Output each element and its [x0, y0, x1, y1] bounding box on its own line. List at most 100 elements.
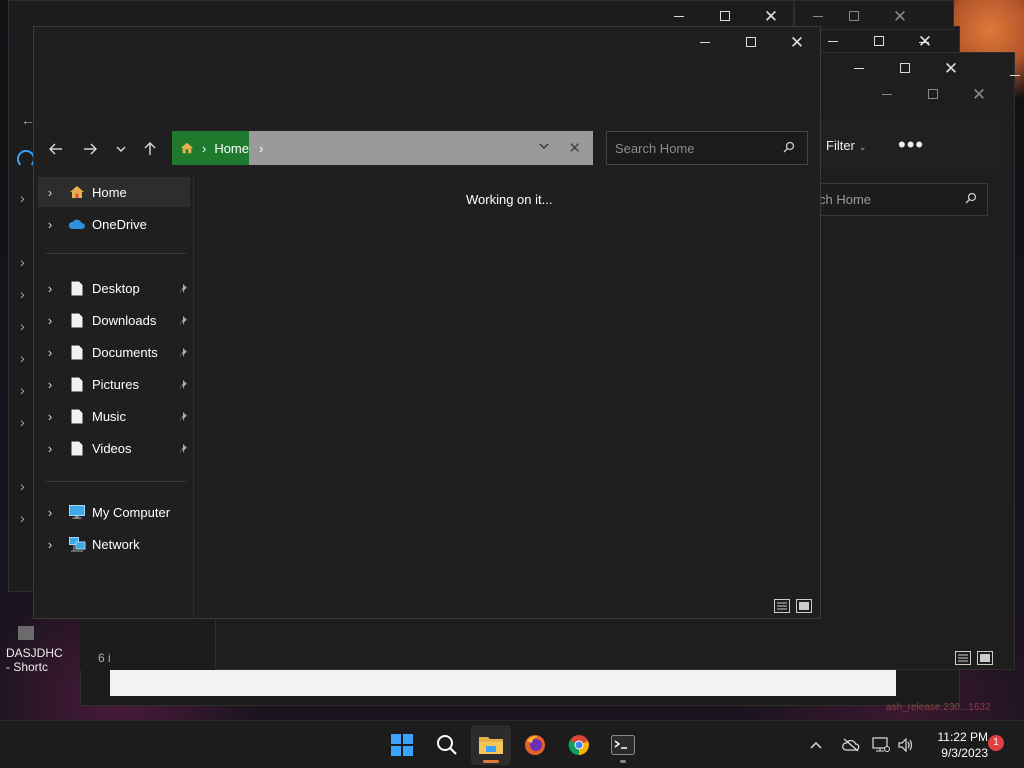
- nav-item-music[interactable]: › Music: [38, 401, 190, 431]
- nav-item-onedrive[interactable]: › OneDrive: [38, 209, 190, 239]
- navigation-bar: › Home › ✕ Search Home: [34, 127, 820, 171]
- pin-icon[interactable]: [178, 313, 188, 331]
- nav-item-documents[interactable]: › Documents: [38, 337, 190, 367]
- expand-chevron-icon[interactable]: ›: [38, 313, 62, 328]
- details-view-icon[interactable]: [774, 599, 790, 618]
- start-button[interactable]: [382, 725, 422, 765]
- pin-icon[interactable]: [178, 409, 188, 427]
- desktop-shortcut-label-2: - Shortc: [6, 660, 49, 674]
- bg1-chevron-icon[interactable]: ›: [20, 510, 25, 526]
- chevron-down-icon: [116, 146, 126, 152]
- bg1-chevron-icon[interactable]: ›: [20, 478, 25, 494]
- expand-chevron-icon[interactable]: ›: [38, 409, 62, 424]
- file-icon: [68, 408, 86, 424]
- breadcrumb-home[interactable]: Home: [214, 141, 249, 156]
- back-button[interactable]: [42, 135, 70, 163]
- nav-item-downloads[interactable]: › Downloads: [38, 305, 190, 335]
- tray-network[interactable]: [872, 721, 890, 768]
- forward-arrow-icon: [84, 143, 97, 155]
- expand-chevron-icon[interactable]: ›: [38, 377, 62, 392]
- home-icon: [180, 142, 194, 154]
- minimize-button[interactable]: [682, 27, 728, 57]
- file-explorer-window: ✕ › Home › ✕ Search Home › Home › OneDri…: [33, 26, 821, 619]
- search-input[interactable]: Search Home: [606, 131, 808, 165]
- maximize-button[interactable]: [728, 27, 774, 57]
- expand-chevron-icon[interactable]: ›: [38, 441, 62, 456]
- desktop-shortcut[interactable]: DASJDHC - Shortc: [6, 626, 76, 674]
- bg4-search-input[interactable]: ch Home: [814, 183, 988, 216]
- pin-icon[interactable]: [178, 377, 188, 395]
- taskbar-file-explorer[interactable]: [471, 725, 511, 765]
- active-indicator: [483, 760, 499, 763]
- more-options-button[interactable]: •••: [898, 132, 924, 158]
- nav-item-pictures[interactable]: › Pictures: [38, 369, 190, 399]
- file-icon: [68, 440, 86, 456]
- nav-item-label: Documents: [92, 344, 158, 360]
- bg1-chevron-icon[interactable]: ›: [20, 318, 25, 334]
- pin-icon[interactable]: [178, 281, 188, 299]
- taskbar: 11:22 PM 9/3/2023: [0, 720, 1024, 768]
- expand-chevron-icon[interactable]: ›: [38, 505, 62, 520]
- desktop-text-fragment: ash_release.230...1632: [886, 702, 991, 713]
- expand-chevron-icon[interactable]: ›: [38, 185, 62, 200]
- loading-status-message: Working on it...: [466, 192, 553, 207]
- tiles-view-icon[interactable]: [977, 651, 993, 670]
- recent-locations-button[interactable]: [107, 135, 135, 163]
- address-clear-icon[interactable]: ✕: [568, 139, 581, 157]
- details-view-icon[interactable]: [955, 651, 971, 670]
- address-dropdown-icon[interactable]: [539, 140, 549, 152]
- nav-item-home[interactable]: › Home: [38, 177, 190, 207]
- nav-item-label: Network: [92, 536, 140, 552]
- title-bar: ✕: [34, 27, 820, 59]
- bg1-chevron-icon[interactable]: ›: [20, 190, 25, 206]
- show-hidden-icons-button[interactable]: [810, 721, 822, 768]
- home-icon: [68, 184, 86, 200]
- clock-time: 11:22 PM: [937, 730, 988, 744]
- bg4-inner-maximize-button[interactable]: [910, 79, 956, 109]
- system-clock[interactable]: 11:22 PM 9/3/2023: [924, 729, 988, 761]
- expand-chevron-icon[interactable]: ›: [38, 345, 62, 360]
- tiles-view-icon[interactable]: [796, 599, 812, 618]
- close-button[interactable]: ✕: [774, 27, 820, 57]
- taskbar-search-button[interactable]: [427, 725, 467, 765]
- nav-item-network[interactable]: › Network: [38, 529, 190, 559]
- address-bar[interactable]: › Home › ✕: [172, 131, 593, 165]
- pin-icon[interactable]: [178, 441, 188, 459]
- breadcrumb-separator-2[interactable]: ›: [259, 141, 263, 156]
- bg5-minimize-button[interactable]: [992, 60, 1024, 90]
- taskbar-firefox[interactable]: [515, 725, 555, 765]
- bg1-chevron-icon[interactable]: ›: [20, 254, 25, 270]
- up-button[interactable]: [136, 135, 164, 163]
- taskbar-chrome[interactable]: [559, 725, 599, 765]
- pin-icon[interactable]: [178, 345, 188, 363]
- speaker-icon: [898, 738, 913, 752]
- expand-chevron-icon[interactable]: ›: [38, 217, 62, 232]
- file-explorer-icon: [479, 737, 503, 754]
- notification-badge[interactable]: 1: [988, 735, 1004, 751]
- nav-item-my-computer[interactable]: › My Computer: [38, 497, 190, 527]
- bg1-chevron-icon[interactable]: ›: [20, 414, 25, 430]
- file-icon: [68, 312, 86, 328]
- bg4-search-placeholder: ch Home: [819, 192, 872, 207]
- running-indicator: [620, 760, 626, 763]
- bg1-chevron-icon[interactable]: ›: [20, 286, 25, 302]
- bg1-chevron-icon[interactable]: ›: [20, 350, 25, 366]
- nav-divider: [46, 481, 186, 482]
- search-icon: [437, 735, 457, 755]
- search-icon[interactable]: [783, 141, 795, 156]
- bg4-inner-minimize-button[interactable]: [864, 79, 910, 109]
- file-icon: [68, 376, 86, 392]
- expand-chevron-icon[interactable]: ›: [38, 281, 62, 296]
- chrome-icon: [568, 735, 589, 756]
- nav-item-videos[interactable]: › Videos: [38, 433, 190, 463]
- expand-chevron-icon[interactable]: ›: [38, 537, 62, 552]
- nav-item-desktop[interactable]: › Desktop: [38, 273, 190, 303]
- taskbar-terminal[interactable]: [603, 725, 643, 765]
- bg1-chevron-icon[interactable]: ›: [20, 382, 25, 398]
- forward-button[interactable]: [76, 135, 104, 163]
- cloud-icon: [68, 216, 86, 232]
- tray-volume[interactable]: [898, 721, 914, 768]
- filter-button[interactable]: Filter ⌄: [826, 138, 866, 153]
- address-crumb-home[interactable]: › Home: [172, 131, 249, 165]
- tray-onedrive-offline[interactable]: [842, 721, 860, 768]
